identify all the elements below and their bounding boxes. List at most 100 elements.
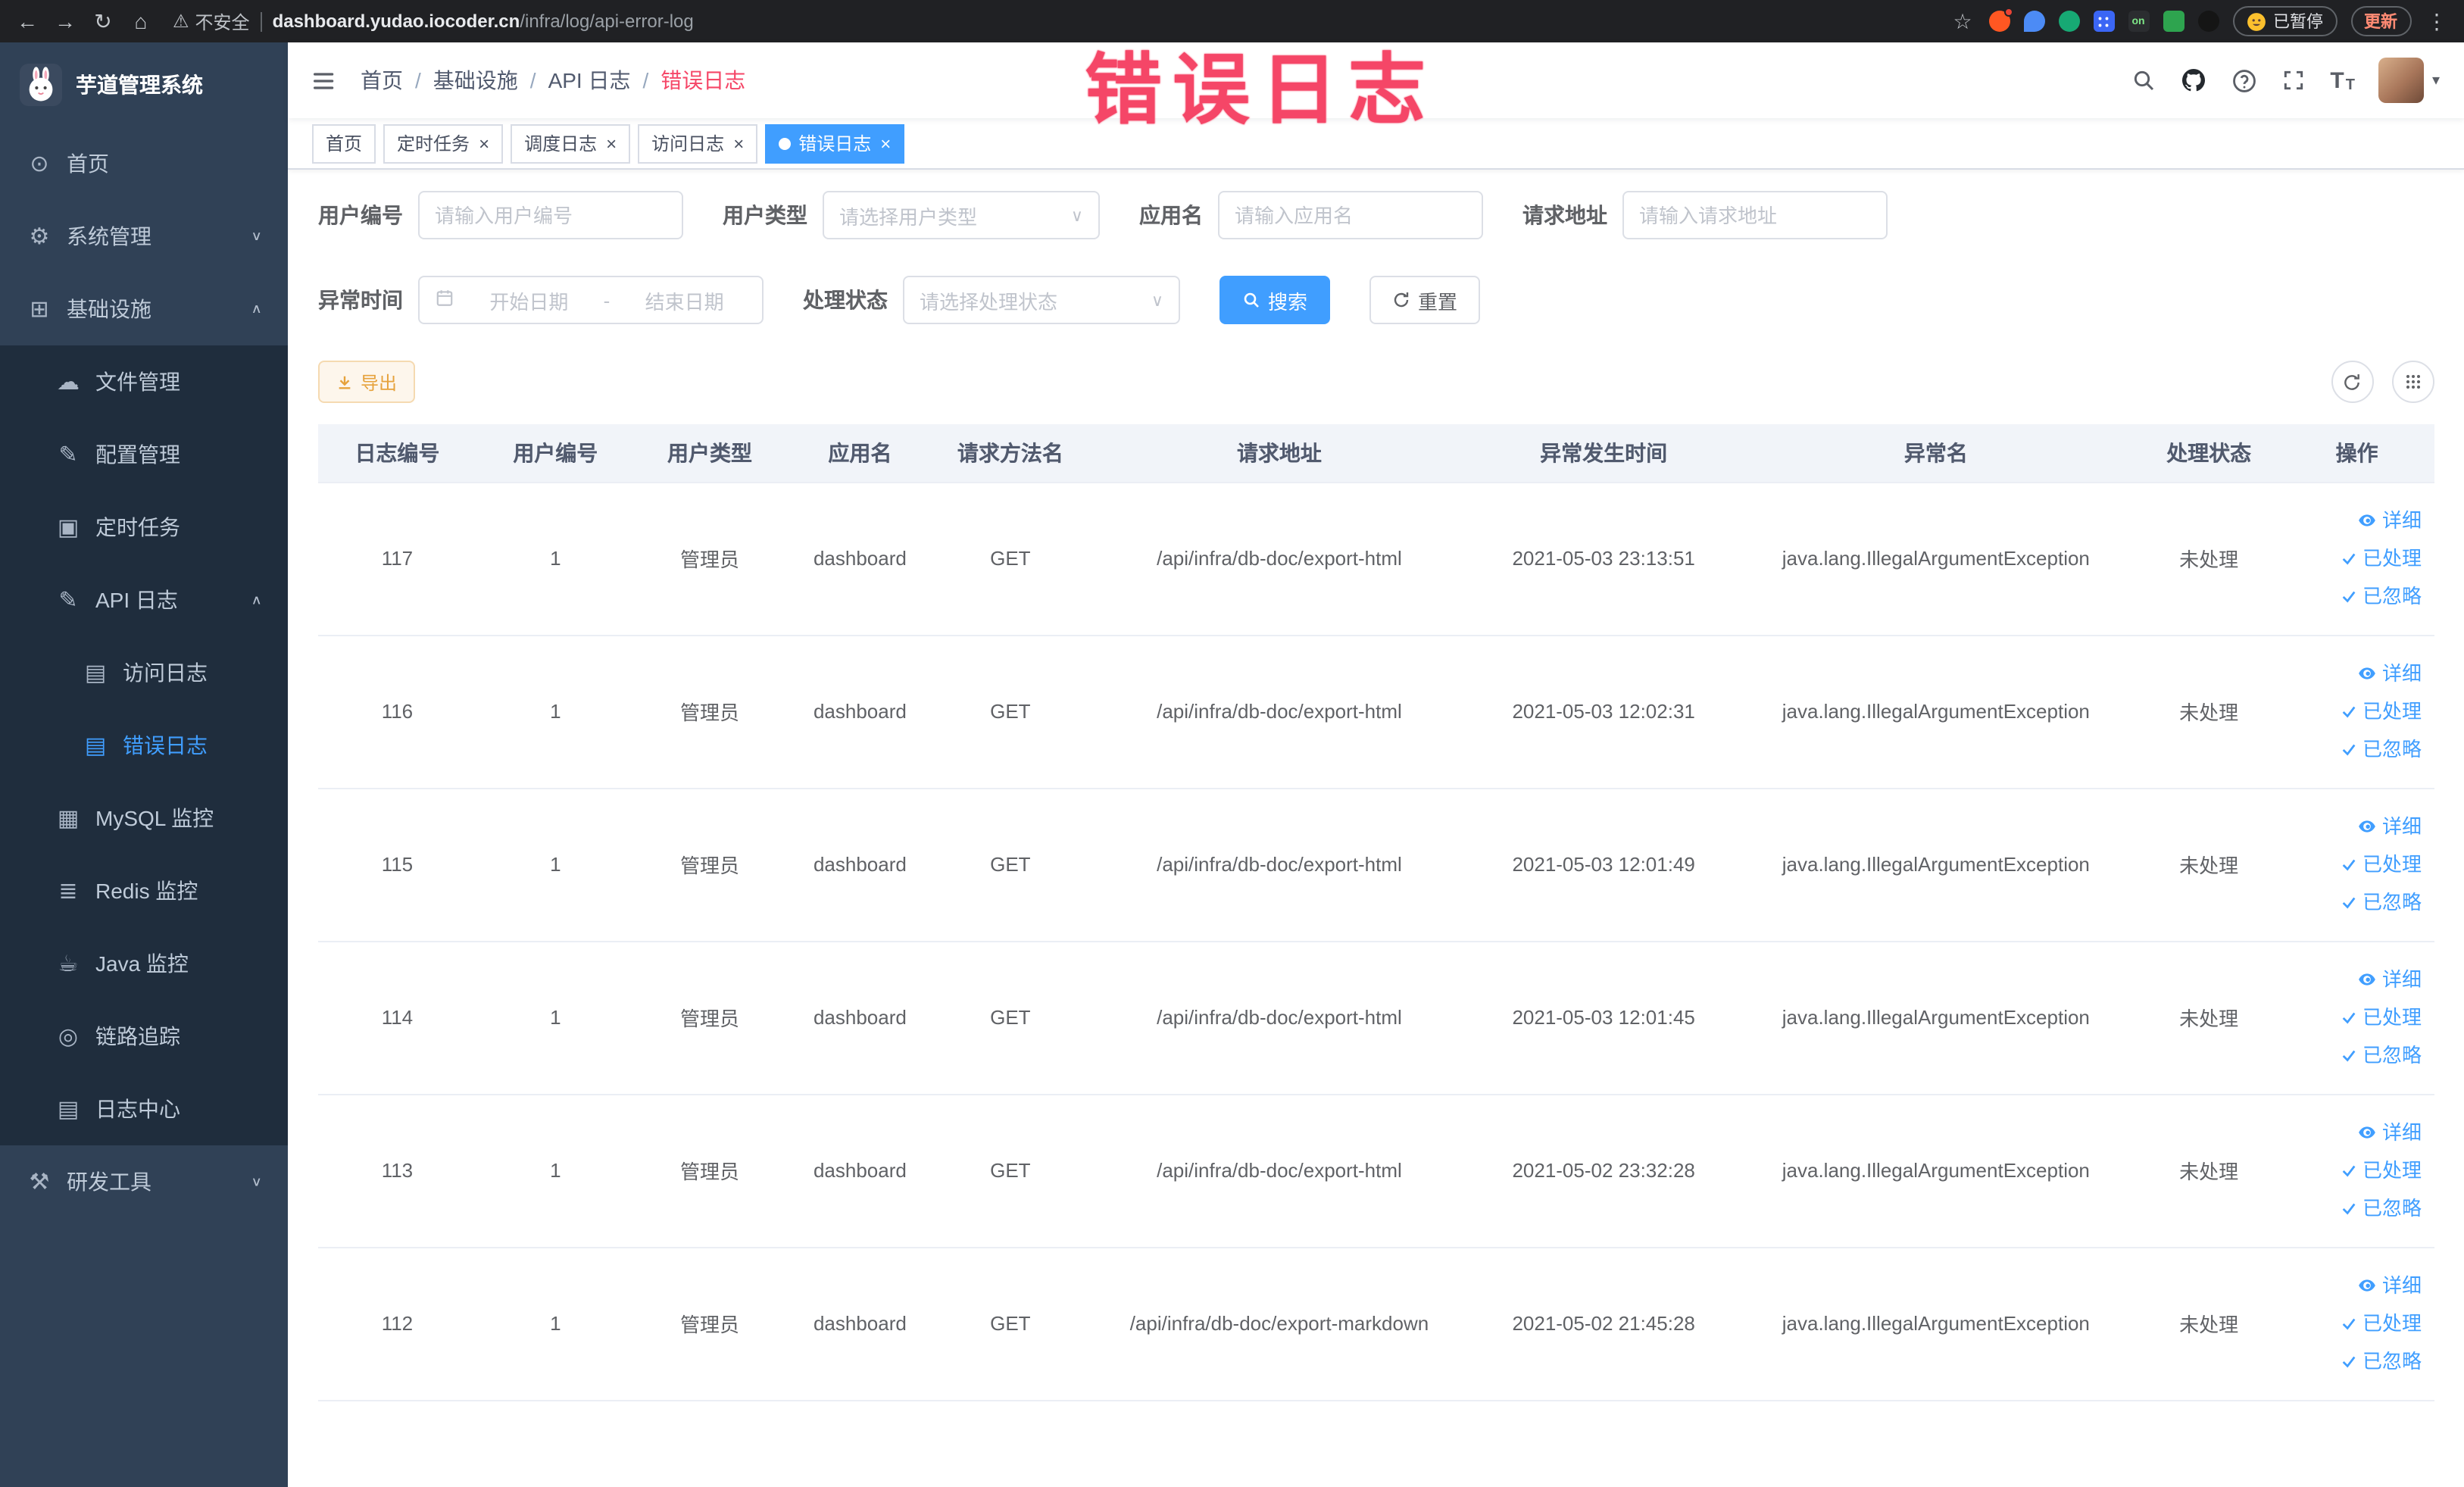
export-button[interactable]: 导出 xyxy=(318,361,416,403)
reset-label: 重置 xyxy=(1418,290,1458,313)
bookmark-star-icon[interactable]: ☆ xyxy=(1950,0,1975,42)
sidebar-item-label: Redis 监控 xyxy=(95,879,198,903)
breadcrumb-item-2[interactable]: API 日志 xyxy=(548,65,631,95)
tab-error-log[interactable]: 错误日志 × xyxy=(765,123,905,163)
tab-job-log[interactable]: 调度日志 × xyxy=(511,123,631,163)
sidebar-item-java[interactable]: ☕ Java 监控 xyxy=(0,927,288,1000)
request-url-input[interactable] xyxy=(1639,204,1871,226)
exception-time-range-picker[interactable]: 开始日期 - 结束日期 xyxy=(418,276,764,324)
refresh-button[interactable] xyxy=(2331,361,2373,403)
action-detail[interactable]: 详细 xyxy=(2289,808,2422,845)
sidebar-item-infra[interactable]: ⊞ 基础设施 ∧ xyxy=(0,273,288,345)
user-type-label: 用户类型 xyxy=(723,203,807,227)
sidebar-item-api-log[interactable]: ✎ API 日志 ∧ xyxy=(0,564,288,636)
extension-icon-1[interactable] xyxy=(1988,8,2013,32)
doc-icon: ▤ xyxy=(84,661,107,686)
help-icon[interactable] xyxy=(2231,67,2257,93)
github-icon[interactable] xyxy=(2180,67,2207,94)
close-icon[interactable]: × xyxy=(880,134,891,152)
tab-label: 首页 xyxy=(326,133,363,155)
app-name-input[interactable] xyxy=(1235,204,1466,226)
sync-paused-badge[interactable]: 已暂停 xyxy=(2232,6,2337,36)
user-menu[interactable]: ▾ xyxy=(2378,58,2440,103)
app-logo[interactable]: 芋道管理系统 xyxy=(0,42,288,127)
url-host: dashboard.yudao.iocoder.cn xyxy=(272,11,520,32)
action-ignored[interactable]: 已忽略 xyxy=(2289,1189,2422,1227)
extension-icon-7[interactable] xyxy=(2197,11,2219,32)
action-label: 已忽略 xyxy=(2362,738,2422,761)
search-button[interactable]: 搜索 xyxy=(1220,276,1331,324)
sidebar-item-label: 错误日志 xyxy=(123,733,208,758)
action-ignored[interactable]: 已忽略 xyxy=(2289,883,2422,921)
breadcrumb-item-1[interactable]: 基础设施 xyxy=(433,65,518,95)
sidebar-item-error-log[interactable]: ▤ 错误日志 xyxy=(0,709,288,782)
filter-row-2: 异常时间 开始日期 - 结束日期 处理状态 请选择处理状态 ∨ 搜索 重置 xyxy=(318,276,2434,324)
sidebar-item-mysql[interactable]: ▦ MySQL 监控 xyxy=(0,782,288,854)
action-processed[interactable]: 已处理 xyxy=(2289,845,2422,883)
columns-icon xyxy=(2406,375,2419,389)
home-icon[interactable]: ⌂ xyxy=(129,0,153,42)
action-processed[interactable]: 已处理 xyxy=(2289,1304,2422,1342)
close-icon[interactable]: × xyxy=(479,134,489,152)
extension-icon-2[interactable] xyxy=(2023,11,2044,32)
sidebar-item-config[interactable]: ✎ 配置管理 xyxy=(0,418,288,491)
extension-icon-5[interactable]: on xyxy=(2128,11,2149,32)
back-icon[interactable]: ← xyxy=(15,0,39,42)
close-icon[interactable]: × xyxy=(606,134,617,152)
tab-home[interactable]: 首页 xyxy=(312,123,376,163)
close-icon[interactable]: × xyxy=(733,134,744,152)
fullscreen-icon[interactable] xyxy=(2281,68,2306,92)
search-icon[interactable] xyxy=(2131,68,2156,92)
action-detail[interactable]: 详细 xyxy=(2289,961,2422,998)
reload-icon[interactable]: ↻ xyxy=(91,0,115,42)
redis-icon: ≣ xyxy=(58,879,78,904)
action-processed[interactable]: 已处理 xyxy=(2289,539,2422,577)
action-detail[interactable]: 详细 xyxy=(2289,1114,2422,1151)
column-header-url: 请求地址 xyxy=(1085,424,1473,483)
cell-userType: 管理员 xyxy=(634,635,785,789)
reset-button[interactable]: 重置 xyxy=(1369,276,1481,324)
user-id-input[interactable] xyxy=(435,204,667,226)
cell-userId: 1 xyxy=(476,1247,635,1401)
action-processed[interactable]: 已处理 xyxy=(2289,692,2422,730)
tab-access-log[interactable]: 访问日志 × xyxy=(638,123,758,163)
address-bar[interactable]: ⚠ 不安全 dashboard.yudao.iocoder.cn/infra/l… xyxy=(173,8,1937,34)
sidebar-item-redis[interactable]: ≣ Redis 监控 xyxy=(0,854,288,927)
security-indicator[interactable]: ⚠ 不安全 xyxy=(173,8,250,34)
action-ignored[interactable]: 已忽略 xyxy=(2289,730,2422,768)
user-type-select[interactable]: 请选择用户类型 ∨ xyxy=(823,191,1100,239)
action-ignored[interactable]: 已忽略 xyxy=(2289,1342,2422,1380)
tab-job[interactable]: 定时任务 × xyxy=(383,123,504,163)
forward-icon[interactable]: → xyxy=(53,0,77,42)
hamburger-icon[interactable] xyxy=(312,69,338,92)
topbar: 首页 / 基础设施 / API 日志 / 错误日志 TT ▾ xyxy=(288,42,2464,118)
action-detail[interactable]: 详细 xyxy=(2289,1267,2422,1304)
table-row: 112 1 管理员 dashboard GET/api/infra/db-doc/exp… xyxy=(318,1247,2434,1401)
sidebar-item-access-log[interactable]: ▤ 访问日志 xyxy=(0,636,288,709)
caret-down-icon: ▾ xyxy=(2431,72,2440,89)
action-ignored[interactable]: 已忽略 xyxy=(2289,577,2422,615)
font-size-icon[interactable]: TT xyxy=(2330,67,2355,93)
sidebar-item-dev-tools[interactable]: ⚒ 研发工具 ∨ xyxy=(0,1145,288,1218)
column-settings-button[interactable] xyxy=(2391,361,2434,403)
sidebar-item-file[interactable]: ☁ 文件管理 xyxy=(0,345,288,418)
sidebar-item-trace[interactable]: ◎ 链路追踪 xyxy=(0,1000,288,1073)
sidebar-item-home[interactable]: ⊙ 首页 xyxy=(0,127,288,200)
process-status-select[interactable]: 请选择处理状态 ∨ xyxy=(903,276,1180,324)
action-ignored[interactable]: 已忽略 xyxy=(2289,1036,2422,1074)
action-processed[interactable]: 已处理 xyxy=(2289,1151,2422,1189)
extension-icon-4[interactable] xyxy=(2093,11,2114,32)
sidebar-item-job[interactable]: ▣ 定时任务 xyxy=(0,491,288,564)
action-detail[interactable]: 详细 xyxy=(2289,501,2422,539)
sync-paused-label: 已暂停 xyxy=(2273,14,2323,32)
action-detail[interactable]: 详细 xyxy=(2289,654,2422,692)
kebab-menu-icon[interactable]: ⋮ xyxy=(2425,0,2449,42)
sidebar: 芋道管理系统 ⊙ 首页 ⚙ 系统管理 ∨ ⊞ 基础设施 ∧ ☁ 文件管理 ✎ 配置管理 ▣ 定时任务 ✎ AP… xyxy=(0,42,288,1487)
update-button[interactable]: 更新 xyxy=(2350,6,2411,36)
extension-icon-3[interactable] xyxy=(2058,11,2079,32)
breadcrumb-item-0[interactable]: 首页 xyxy=(361,65,403,95)
extension-icon-6[interactable] xyxy=(2163,11,2184,32)
sidebar-item-system[interactable]: ⚙ 系统管理 ∨ xyxy=(0,200,288,273)
action-processed[interactable]: 已处理 xyxy=(2289,998,2422,1036)
sidebar-item-log-center[interactable]: ▤ 日志中心 xyxy=(0,1073,288,1145)
